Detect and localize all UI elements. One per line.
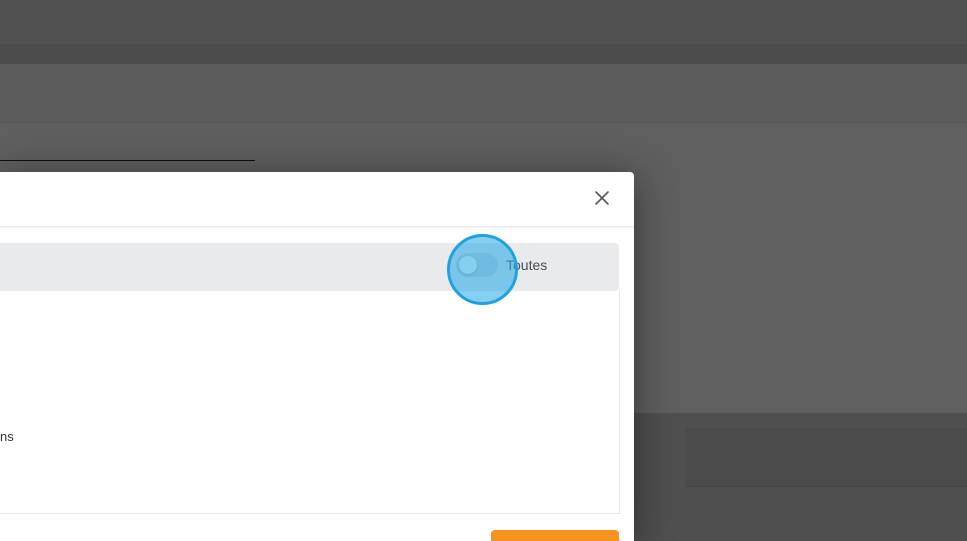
close-button[interactable]: [591, 187, 613, 209]
primary-action-button[interactable]: [491, 530, 619, 541]
toggle-knob: [459, 256, 477, 274]
screen: Toutes ns: [0, 0, 967, 541]
toutes-toggle[interactable]: [456, 253, 498, 277]
list-item-text: ns: [0, 429, 14, 444]
close-icon: [595, 191, 609, 205]
modal-dialog: Toutes ns: [0, 172, 634, 541]
content-list: [0, 291, 620, 514]
modal-header: [0, 172, 634, 227]
toggle-label: Toutes: [506, 257, 548, 273]
